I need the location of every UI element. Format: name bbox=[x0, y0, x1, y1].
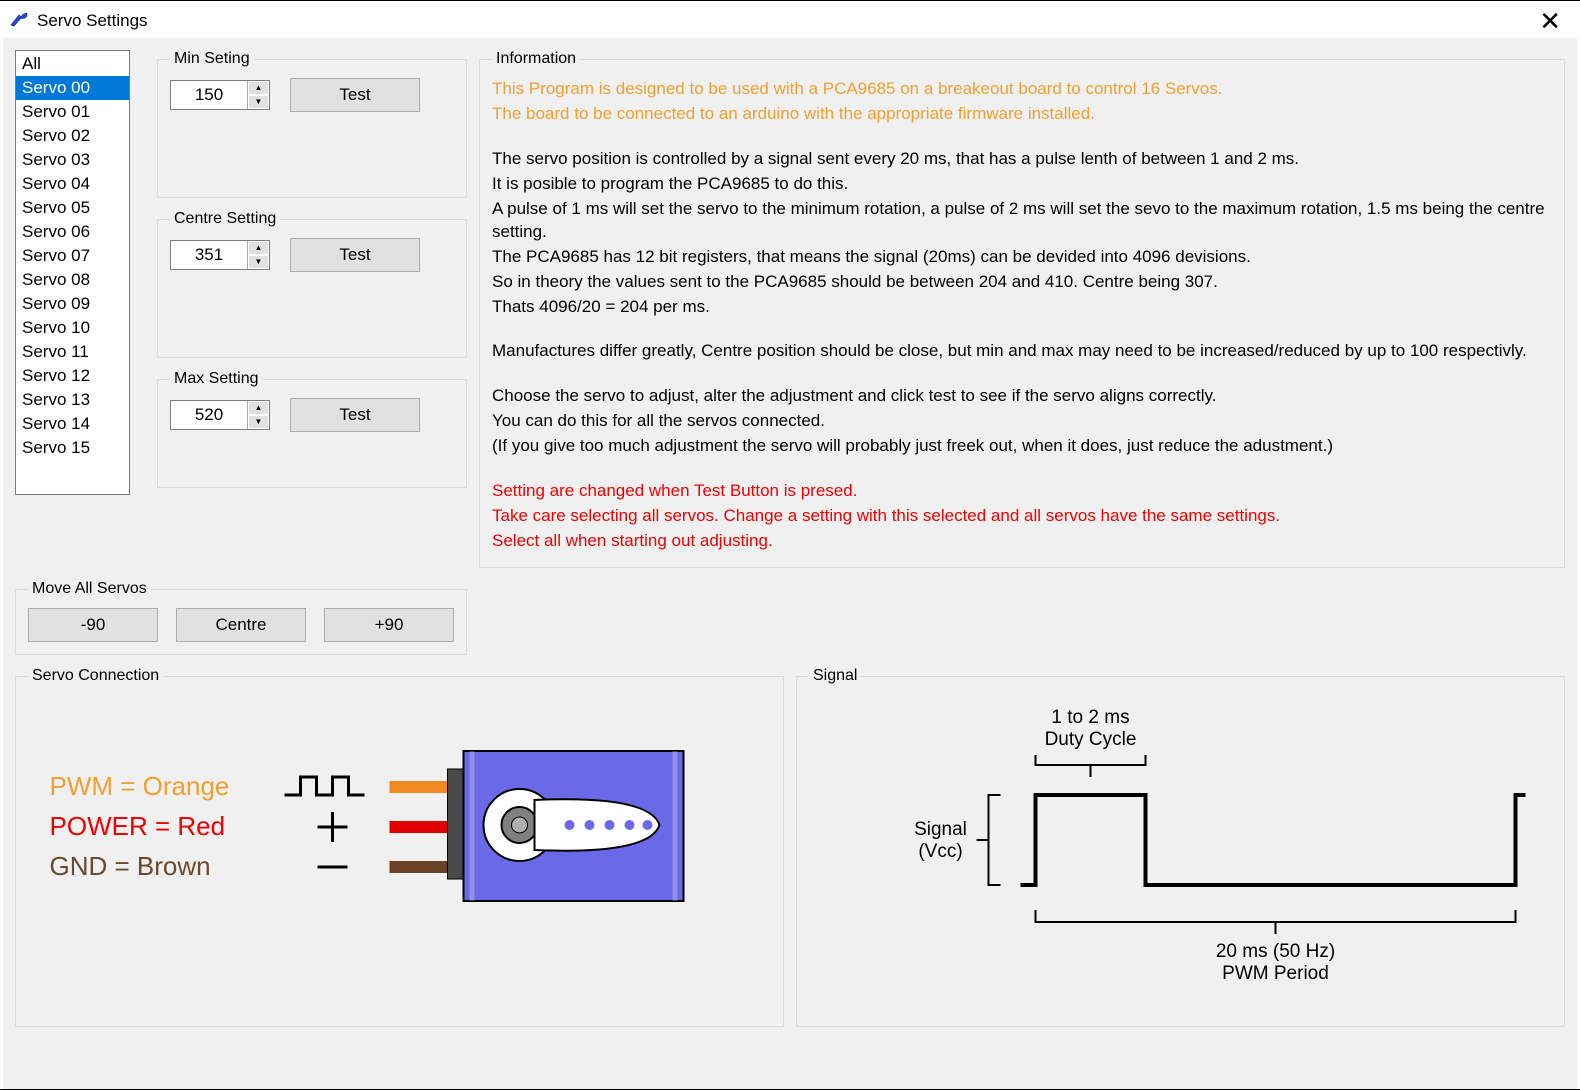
move-centre-button[interactable]: Centre bbox=[176, 608, 306, 642]
info-body2-0: Manufactures differ greatly, Centre posi… bbox=[492, 340, 1552, 363]
min-test-button[interactable]: Test bbox=[290, 78, 420, 112]
servo-list-item[interactable]: Servo 07 bbox=[16, 244, 129, 268]
servo-list-item[interactable]: Servo 12 bbox=[16, 364, 129, 388]
info-body3-0: Choose the servo to adjust, alter the ad… bbox=[492, 385, 1552, 408]
max-spin-up[interactable]: ▲ bbox=[248, 401, 269, 415]
gnd-label: GND = Brown bbox=[50, 851, 211, 881]
info-warn-2: Select all when starting out adjusting. bbox=[492, 530, 1552, 553]
svg-text:20 ms (50 Hz): 20 ms (50 Hz) bbox=[1216, 941, 1335, 962]
info-body-4: So in theory the values sent to the PCA9… bbox=[492, 271, 1552, 294]
centre-test-button[interactable]: Test bbox=[290, 238, 420, 272]
move-all-group: Move All Servos -90 Centre +90 bbox=[15, 580, 467, 655]
signal-group: Signal 1 to 2 ms Duty Cycle Signal (Vcc)… bbox=[796, 667, 1565, 1027]
centre-legend: Centre Setting bbox=[170, 210, 280, 228]
app-icon bbox=[9, 11, 29, 31]
info-body-2: A pulse of 1 ms will set the servo to th… bbox=[492, 198, 1552, 244]
information-legend: Information bbox=[492, 50, 580, 68]
servo-list-item[interactable]: Servo 10 bbox=[16, 316, 129, 340]
min-legend: Min Seting bbox=[170, 50, 254, 68]
info-body-0: The servo position is controlled by a si… bbox=[492, 148, 1552, 171]
svg-text:Duty Cycle: Duty Cycle bbox=[1045, 729, 1137, 750]
move-minus90-button[interactable]: -90 bbox=[28, 608, 158, 642]
svg-text:1 to 2 ms: 1 to 2 ms bbox=[1051, 707, 1129, 728]
titlebar: Servo Settings ✕ bbox=[3, 4, 1577, 38]
svg-text:PWM Period: PWM Period bbox=[1222, 963, 1329, 984]
window: Servo Settings ✕ AllServo 00Servo 01Serv… bbox=[0, 0, 1580, 1090]
servo-listbox[interactable]: AllServo 00Servo 01Servo 02Servo 03Servo… bbox=[15, 50, 130, 495]
centre-spin-down[interactable]: ▼ bbox=[248, 255, 269, 269]
info-body-5: Thats 4096/20 = 204 per ms. bbox=[492, 296, 1552, 319]
min-spin-down[interactable]: ▼ bbox=[248, 95, 269, 109]
servo-list-item[interactable]: Servo 05 bbox=[16, 196, 129, 220]
min-value-input[interactable]: 150 ▲ ▼ bbox=[170, 80, 270, 110]
centre-spin-up[interactable]: ▲ bbox=[248, 241, 269, 255]
move-plus90-button[interactable]: +90 bbox=[324, 608, 454, 642]
servo-list-item[interactable]: Servo 04 bbox=[16, 172, 129, 196]
centre-value-input[interactable]: 351 ▲ ▼ bbox=[170, 240, 270, 270]
info-intro1: This Program is designed to be used with… bbox=[492, 78, 1552, 101]
min-setting-group: Min Seting 150 ▲ ▼ Test bbox=[157, 50, 467, 198]
servo-list-item[interactable]: Servo 00 bbox=[16, 76, 129, 100]
max-test-button[interactable]: Test bbox=[290, 398, 420, 432]
max-value: 520 bbox=[171, 401, 247, 429]
min-value: 150 bbox=[171, 81, 247, 109]
power-label: POWER = Red bbox=[50, 811, 226, 841]
info-body3-2: (If you give too much adjustment the ser… bbox=[492, 435, 1552, 458]
servo-list-item[interactable]: Servo 01 bbox=[16, 100, 129, 124]
centre-setting-group: Centre Setting 351 ▲ ▼ Test bbox=[157, 210, 467, 358]
info-warn-1: Take care selecting all servos. Change a… bbox=[492, 505, 1552, 528]
servo-list-item[interactable]: Servo 02 bbox=[16, 124, 129, 148]
servo-list-item[interactable]: All bbox=[16, 52, 129, 76]
move-all-legend: Move All Servos bbox=[28, 580, 151, 598]
info-body3-1: You can do this for all the servos conne… bbox=[492, 410, 1552, 433]
servo-list-item[interactable]: Servo 15 bbox=[16, 436, 129, 460]
close-button[interactable]: ✕ bbox=[1529, 8, 1571, 34]
max-spin-down[interactable]: ▼ bbox=[248, 415, 269, 429]
min-spin-up[interactable]: ▲ bbox=[248, 81, 269, 95]
info-body-3: The PCA9685 has 12 bit registers, that m… bbox=[492, 246, 1552, 269]
info-body-1: It is posible to program the PCA9685 to … bbox=[492, 173, 1552, 196]
centre-value: 351 bbox=[171, 241, 247, 269]
svg-text:(Vcc): (Vcc) bbox=[918, 841, 962, 862]
info-warn-0: Setting are changed when Test Button is … bbox=[492, 480, 1552, 503]
client-area: AllServo 00Servo 01Servo 02Servo 03Servo… bbox=[3, 38, 1577, 1089]
servo-connection-legend: Servo Connection bbox=[28, 667, 163, 685]
servo-list-item[interactable]: Servo 09 bbox=[16, 292, 129, 316]
servo-list-item[interactable]: Servo 08 bbox=[16, 268, 129, 292]
svg-text:Signal: Signal bbox=[914, 819, 967, 840]
max-setting-group: Max Setting 520 ▲ ▼ Test bbox=[157, 370, 467, 488]
servo-list-item[interactable]: Servo 03 bbox=[16, 148, 129, 172]
servo-list-item[interactable]: Servo 14 bbox=[16, 412, 129, 436]
information-group: Information This Program is designed to … bbox=[479, 50, 1565, 568]
info-intro2: The board to be connected to an arduino … bbox=[492, 103, 1552, 126]
servo-connection-group: Servo Connection PWM = Orange POWER = Re… bbox=[15, 667, 784, 1027]
servo-list-item[interactable]: Servo 11 bbox=[16, 340, 129, 364]
window-title: Servo Settings bbox=[37, 11, 1529, 31]
pwm-label: PWM = Orange bbox=[50, 771, 230, 801]
max-value-input[interactable]: 520 ▲ ▼ bbox=[170, 400, 270, 430]
servo-list-item[interactable]: Servo 13 bbox=[16, 388, 129, 412]
servo-list-item[interactable]: Servo 06 bbox=[16, 220, 129, 244]
signal-diagram: 1 to 2 ms Duty Cycle Signal (Vcc) 20 ms … bbox=[809, 695, 1552, 1005]
max-legend: Max Setting bbox=[170, 370, 262, 388]
signal-legend: Signal bbox=[809, 667, 861, 685]
servo-connection-diagram: PWM = Orange POWER = Red GND = Brown bbox=[28, 695, 771, 995]
